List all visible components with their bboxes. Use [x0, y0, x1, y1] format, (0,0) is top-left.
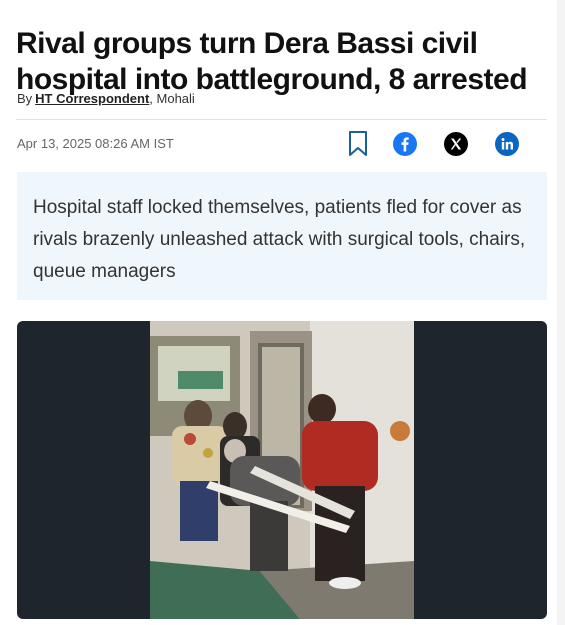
page-edge [557, 0, 565, 625]
byline: By HT Correspondent, Mohali [17, 91, 195, 106]
facebook-icon [393, 132, 417, 156]
article-summary-box: Hospital staff locked themselves, patien… [17, 172, 547, 300]
bookmark-button[interactable] [345, 131, 371, 157]
divider [16, 119, 547, 120]
byline-prefix: By [17, 91, 33, 106]
linkedin-share-button[interactable] [494, 131, 520, 157]
article-image[interactable] [17, 321, 547, 619]
facebook-share-button[interactable] [392, 131, 418, 157]
linkedin-icon [495, 132, 519, 156]
article-headline: Rival groups turn Dera Bassi civil hospi… [16, 27, 528, 97]
article-summary: Hospital staff locked themselves, patien… [33, 197, 526, 282]
x-icon [444, 132, 468, 156]
x-share-button[interactable] [443, 131, 469, 157]
publish-date: Apr 13, 2025 08:26 AM IST [17, 136, 174, 151]
author-link[interactable]: HT Correspondent [35, 91, 149, 106]
article-photo [150, 321, 414, 619]
bookmark-icon [349, 131, 367, 156]
byline-location: , Mohali [149, 91, 195, 106]
